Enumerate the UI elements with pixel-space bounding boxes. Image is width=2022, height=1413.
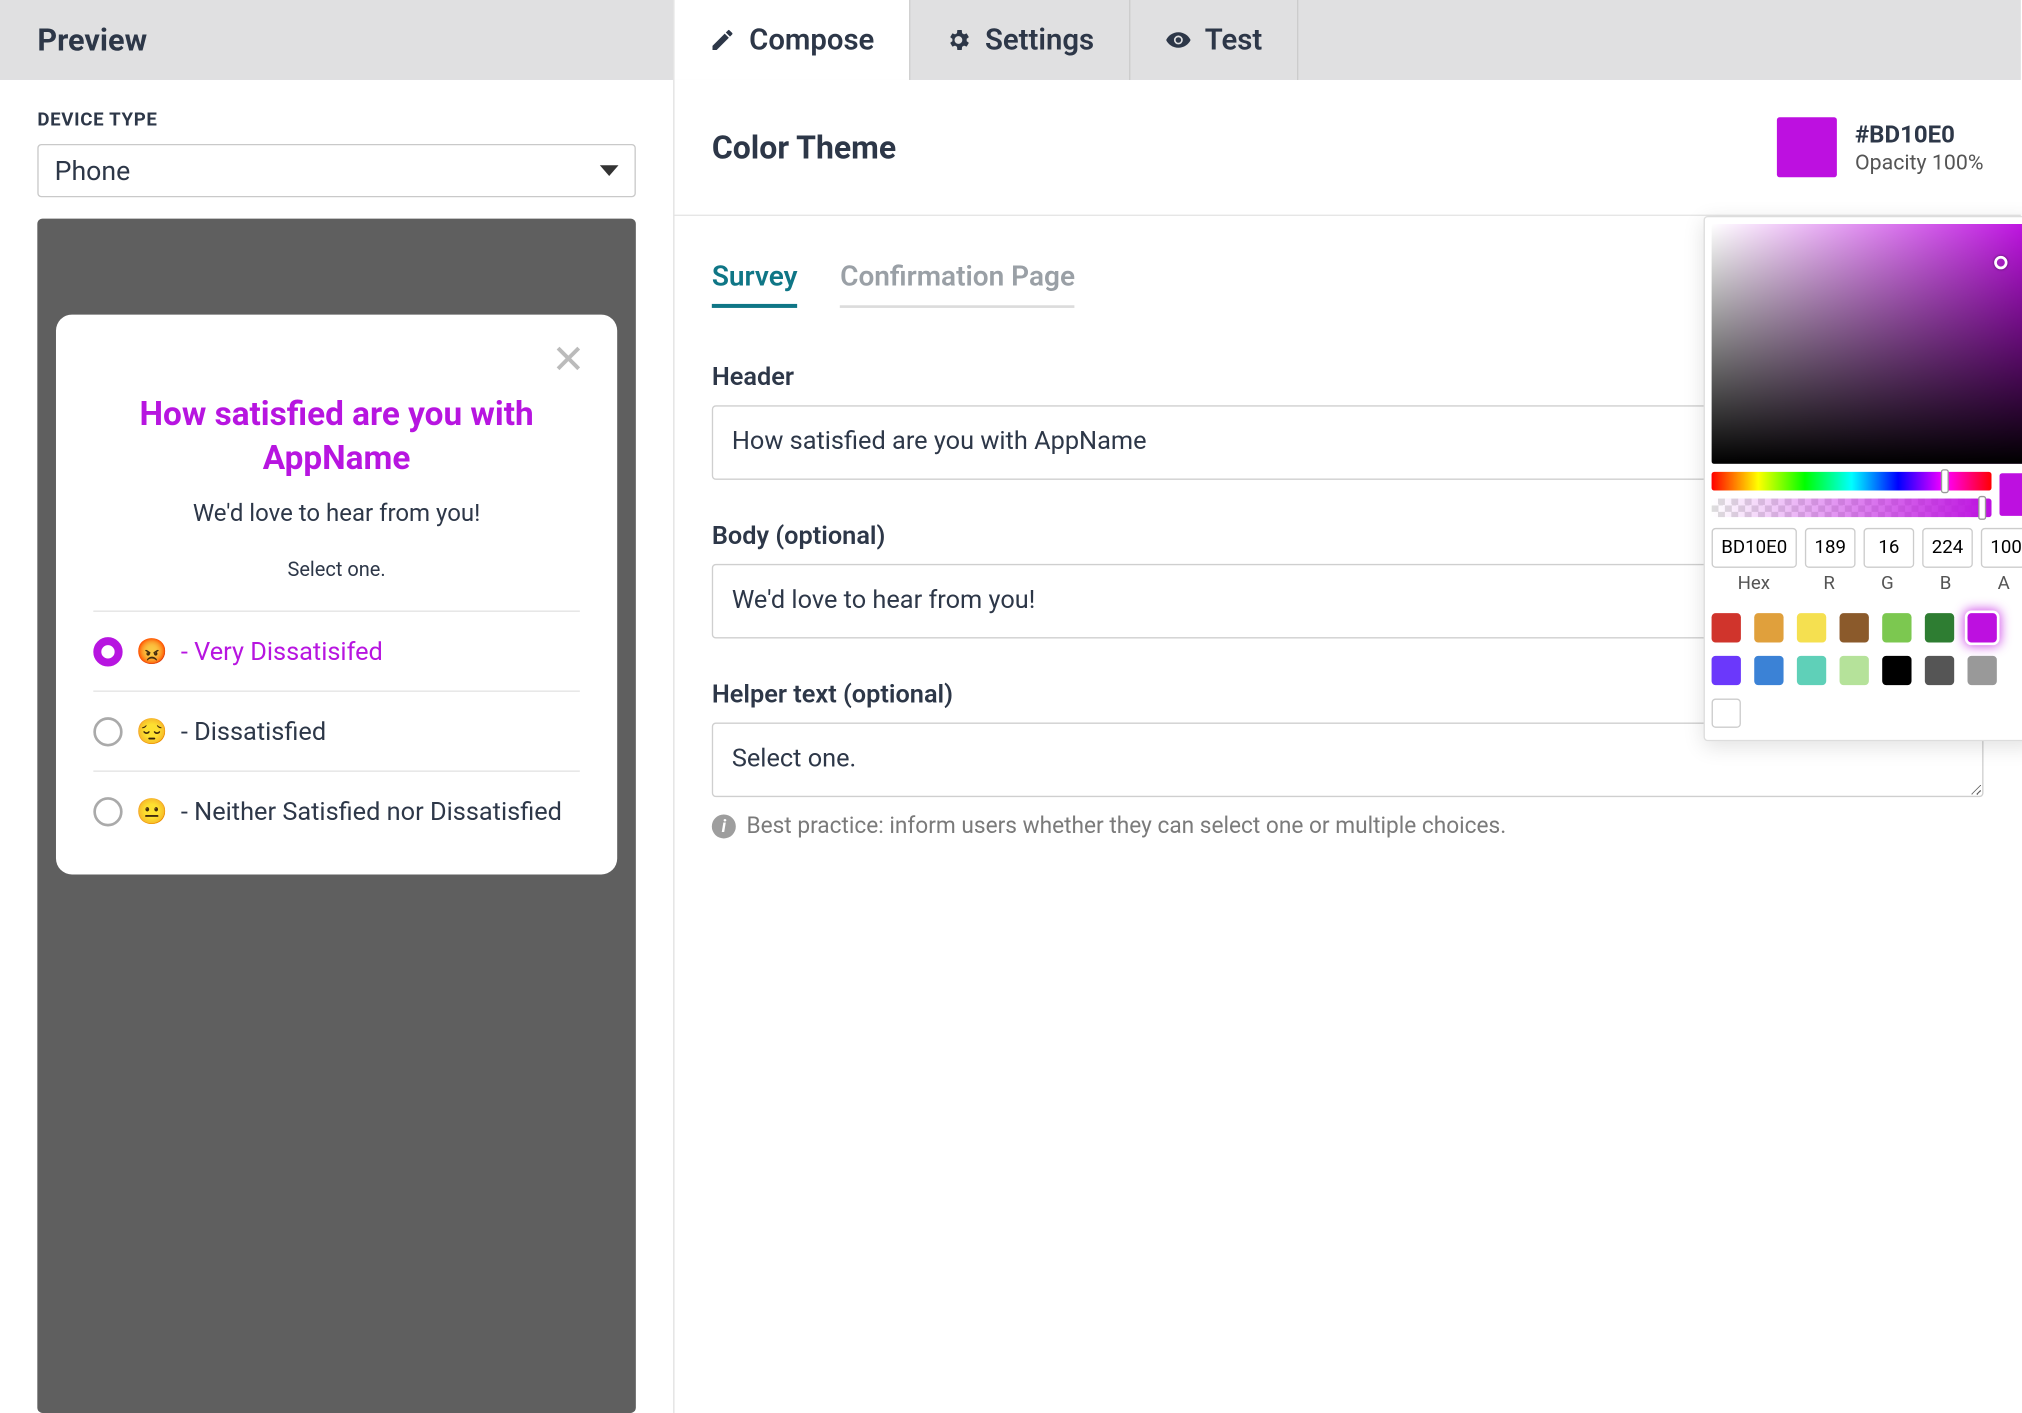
g-input[interactable] (1864, 528, 1915, 568)
preset-swatch[interactable] (1712, 698, 1741, 727)
device-type-label: DEVICE TYPE (0, 80, 673, 144)
a-label: A (1979, 573, 2022, 594)
pencil-icon (709, 27, 736, 54)
survey-option[interactable]: 😔 - Dissatisfied (93, 690, 580, 770)
b-label: B (1920, 573, 1970, 594)
preset-swatch[interactable] (1754, 613, 1783, 642)
preset-swatch[interactable] (1840, 613, 1869, 642)
preview-heading: Preview (0, 0, 673, 80)
device-type-value: Phone (55, 155, 131, 187)
alpha-slider[interactable] (1712, 499, 1992, 518)
r-input[interactable] (1805, 528, 1856, 568)
tab-compose[interactable]: Compose (674, 0, 910, 80)
survey-preview-card: ✕ How satisfied are you with AppName We'… (56, 315, 617, 875)
option-emoji: 😡 (136, 636, 168, 667)
radio-icon (93, 716, 122, 745)
preset-swatch[interactable] (1968, 656, 1997, 685)
subtab-survey[interactable]: Survey (712, 261, 798, 308)
sv-cursor[interactable] (1994, 256, 2007, 269)
preset-swatch[interactable] (1797, 613, 1826, 642)
chevron-down-icon (600, 165, 619, 176)
eye-icon (1165, 27, 1192, 54)
hue-slider[interactable] (1712, 472, 1992, 491)
device-type-select[interactable]: Phone (37, 144, 636, 197)
hex-input[interactable] (1712, 528, 1797, 568)
r-label: R (1804, 573, 1854, 594)
option-label: - Very Dissatisifed (181, 636, 383, 667)
preset-swatch[interactable] (1925, 656, 1954, 685)
color-theme-hex: #BD10E0 (1855, 121, 1984, 149)
current-color-swatch (1999, 473, 2022, 516)
preset-swatch[interactable] (1925, 613, 1954, 642)
preset-swatch[interactable] (1882, 656, 1911, 685)
tab-label: Settings (985, 23, 1094, 56)
option-label: - Neither Satisfied nor Dissatisfied (181, 796, 562, 827)
close-icon[interactable]: ✕ (552, 341, 586, 381)
alpha-thumb[interactable] (1978, 496, 1986, 520)
preset-swatch[interactable] (1840, 656, 1869, 685)
tab-label: Test (1205, 23, 1262, 56)
hex-label: Hex (1712, 573, 1797, 594)
hue-thumb[interactable] (1941, 469, 1949, 493)
color-theme-heading: Color Theme (712, 129, 896, 166)
tab-test[interactable]: Test (1130, 0, 1298, 80)
tab-label: Compose (749, 23, 874, 56)
option-emoji: 😐 (136, 796, 168, 827)
a-input[interactable] (1981, 528, 2022, 568)
preset-swatch[interactable] (1712, 656, 1741, 685)
saturation-value-field[interactable] (1712, 224, 2022, 464)
preset-swatch[interactable] (1882, 613, 1911, 642)
subtab-confirmation[interactable]: Confirmation Page (840, 261, 1075, 308)
radio-icon (93, 796, 122, 825)
preset-swatch[interactable] (1712, 613, 1741, 642)
preset-swatches (1712, 613, 2022, 728)
color-theme-opacity: Opacity 100% (1855, 149, 1984, 174)
survey-preview-title: How satisfied are you with AppName (93, 395, 580, 482)
tabs-row: Compose Settings Test (674, 0, 2020, 80)
preset-swatch[interactable] (1797, 656, 1826, 685)
phone-preview-frame: ✕ How satisfied are you with AppName We'… (37, 219, 636, 1413)
gear-icon (945, 27, 972, 54)
radio-icon (93, 637, 122, 666)
info-icon: i (712, 814, 736, 838)
b-input[interactable] (1922, 528, 1973, 568)
preset-swatch[interactable] (1968, 613, 1997, 642)
survey-option[interactable]: 😡 - Very Dissatisifed (93, 611, 580, 691)
survey-preview-body: We'd love to hear from you! (93, 500, 580, 528)
survey-preview-helper: Select one. (93, 557, 580, 581)
color-theme-swatch[interactable] (1776, 117, 1836, 177)
preset-swatch[interactable] (1754, 656, 1783, 685)
option-emoji: 😔 (136, 716, 168, 747)
tab-settings[interactable]: Settings (910, 0, 1130, 80)
best-practice-text: Best practice: inform users whether they… (746, 813, 1506, 840)
color-picker-popover: Hex R G B A (1704, 216, 2022, 741)
survey-option[interactable]: 😐 - Neither Satisfied nor Dissatisfied (93, 770, 580, 850)
g-label: G (1862, 573, 1912, 594)
option-label: - Dissatisfied (181, 716, 326, 747)
